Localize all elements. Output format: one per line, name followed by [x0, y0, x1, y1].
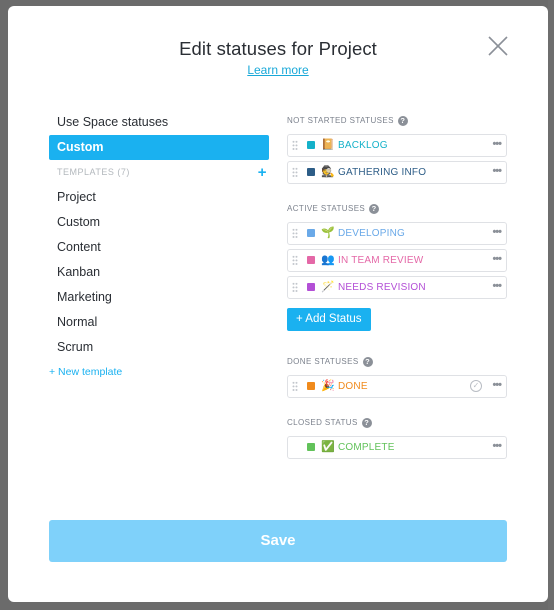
more-options-icon[interactable]: ••• [492, 437, 502, 456]
done-header: DONE STATUSES ? [287, 355, 507, 369]
status-source-list: Use Space statuses Custom TEMPLATES (7) … [49, 110, 269, 378]
help-icon[interactable]: ? [361, 418, 372, 428]
detective-emoji-icon: 🕵️ [321, 166, 335, 178]
template-custom[interactable]: Custom [49, 210, 269, 235]
not-started-header-label: NOT STARTED STATUSES [287, 116, 394, 125]
template-kanban[interactable]: Kanban [49, 260, 269, 285]
learn-more-link[interactable]: Learn more [8, 63, 548, 77]
template-normal[interactable]: Normal [49, 310, 269, 335]
seedling-emoji-icon: 🌱 [321, 227, 335, 239]
status-name[interactable]: IN TEAM REVIEW [338, 250, 423, 271]
template-scrum[interactable]: Scrum [49, 335, 269, 360]
close-icon[interactable] [486, 34, 510, 58]
status-name[interactable]: DONE [338, 376, 368, 397]
add-template-icon[interactable]: + [258, 160, 267, 185]
new-template-link[interactable]: + New template [49, 366, 269, 378]
closed-header: CLOSED STATUS ? [287, 416, 507, 430]
status-row-in-team-review[interactable]: 👥 IN TEAM REVIEW ••• [287, 249, 507, 272]
more-options-icon[interactable]: ••• [492, 135, 502, 154]
closed-header-label: CLOSED STATUS [287, 418, 358, 427]
status-color-swatch[interactable] [307, 141, 315, 149]
status-row-backlog[interactable]: 📔 BACKLOG ••• [287, 134, 507, 157]
status-color-swatch[interactable] [307, 229, 315, 237]
status-name[interactable]: DEVELOPING [338, 223, 405, 244]
status-row-developing[interactable]: 🌱 DEVELOPING ••• [287, 222, 507, 245]
party-popper-emoji-icon: 🎉 [321, 380, 335, 392]
done-header-label: DONE STATUSES [287, 357, 359, 366]
status-color-swatch[interactable] [307, 382, 315, 390]
drag-handle-icon[interactable] [292, 167, 298, 178]
templates-header-label: TEMPLATES (7) [57, 167, 130, 177]
help-icon[interactable]: ? [369, 204, 380, 214]
status-name[interactable]: GATHERING INFO [338, 162, 426, 183]
not-started-header: NOT STARTED STATUSES ? [287, 114, 507, 128]
more-options-icon[interactable]: ••• [492, 277, 502, 296]
check-mark-emoji-icon: ✅ [321, 441, 335, 453]
active-header: ACTIVE STATUSES ? [287, 202, 507, 216]
more-options-icon[interactable]: ••• [492, 162, 502, 181]
status-row-done[interactable]: 🎉 DONE ✓ ••• [287, 375, 507, 398]
notebook-emoji-icon: 📔 [321, 139, 335, 151]
help-icon[interactable]: ? [397, 116, 408, 126]
more-options-icon[interactable]: ••• [492, 376, 502, 395]
status-row-needs-revision[interactable]: 🪄 NEEDS REVISION ••• [287, 276, 507, 299]
modal-title: Edit statuses for Project [179, 38, 377, 59]
more-options-icon[interactable]: ••• [492, 250, 502, 269]
drag-handle-icon[interactable] [292, 228, 298, 239]
magic-wand-emoji-icon: 🪄 [321, 281, 335, 293]
backdrop-strip [548, 0, 554, 610]
people-emoji-icon: 👥 [321, 254, 335, 266]
status-row-complete[interactable]: ✅ COMPLETE ••• [287, 436, 507, 459]
templates-header: TEMPLATES (7) + [49, 160, 269, 185]
edit-statuses-modal: Edit statuses for Project Learn more Use… [8, 6, 548, 602]
status-color-swatch[interactable] [307, 168, 315, 176]
check-circle-icon[interactable]: ✓ [470, 380, 482, 392]
option-use-space-statuses[interactable]: Use Space statuses [49, 110, 269, 135]
drag-handle-icon[interactable] [292, 282, 298, 293]
status-color-swatch[interactable] [307, 256, 315, 264]
status-name[interactable]: COMPLETE [338, 437, 395, 458]
help-icon[interactable]: ? [362, 357, 373, 367]
drag-handle-icon[interactable] [292, 381, 298, 392]
drag-handle-icon[interactable] [292, 140, 298, 151]
status-name[interactable]: BACKLOG [338, 135, 388, 156]
option-custom[interactable]: Custom [49, 135, 269, 160]
template-content[interactable]: Content [49, 235, 269, 260]
status-color-swatch[interactable] [307, 443, 315, 451]
drag-handle-icon[interactable] [292, 255, 298, 266]
active-header-label: ACTIVE STATUSES [287, 204, 366, 213]
status-name[interactable]: NEEDS REVISION [338, 277, 426, 298]
status-color-swatch[interactable] [307, 283, 315, 291]
template-project[interactable]: Project [49, 185, 269, 210]
template-marketing[interactable]: Marketing [49, 285, 269, 310]
save-button[interactable]: Save [49, 520, 507, 562]
add-status-button[interactable]: + Add Status [287, 308, 371, 331]
status-editor: NOT STARTED STATUSES ? 📔 BACKLOG ••• 🕵️ … [287, 114, 507, 459]
more-options-icon[interactable]: ••• [492, 223, 502, 242]
status-row-gathering-info[interactable]: 🕵️ GATHERING INFO ••• [287, 161, 507, 184]
